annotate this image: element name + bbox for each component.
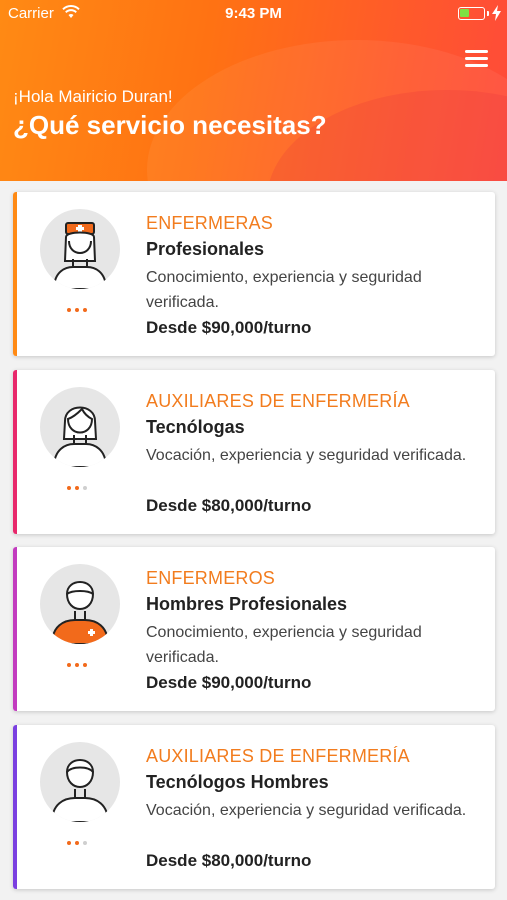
- service-card-enfermeros[interactable]: ENFERMEROS Hombres Profesionales Conocim…: [13, 547, 495, 711]
- service-description: Conocimiento, experiencia y seguridad ve…: [146, 269, 422, 311]
- card-accent-stripe: [13, 192, 17, 356]
- service-category: AUXILIARES DE ENFERMERÍA: [146, 746, 410, 766]
- hamburger-menu-icon[interactable]: [465, 50, 491, 72]
- service-price: Desde $90,000/turno: [146, 318, 312, 337]
- assistant-female-icon: [40, 387, 120, 467]
- service-card-enfermeras[interactable]: ENFERMERAS Profesionales Conocimiento, e…: [13, 192, 495, 356]
- app-header: Carrier 9:43 PM ¡Hola Mairicio Duran! ¿Q…: [0, 0, 507, 181]
- battery-icon: [458, 7, 485, 20]
- status-time: 9:43 PM: [225, 5, 282, 22]
- battery-cap: [487, 11, 489, 16]
- service-description: Conocimiento, experiencia y seguridad ve…: [146, 624, 422, 666]
- service-subtitle: Profesionales: [146, 239, 265, 259]
- nurse-male-icon: [40, 564, 120, 644]
- service-subtitle: Hombres Profesionales: [146, 594, 348, 614]
- service-price: Desde $90,000/turno: [146, 673, 312, 692]
- nurse-female-icon: [40, 209, 120, 289]
- status-bar: Carrier 9:43 PM: [0, 0, 507, 28]
- service-price: Desde $80,000/turno: [146, 496, 312, 515]
- card-accent-stripe: [13, 547, 17, 711]
- service-description: Vocación, experiencia y seguridad verifi…: [146, 802, 467, 819]
- service-category: ENFERMERAS: [146, 213, 274, 233]
- service-subtitle: Tecnólogos Hombres: [146, 772, 329, 792]
- service-description: Vocación, experiencia y seguridad verifi…: [146, 447, 467, 464]
- carousel-dots: [67, 654, 95, 667]
- carousel-dots: [67, 299, 95, 312]
- service-card-auxiliares-hombres[interactable]: AUXILIARES DE ENFERMERÍA Tecnólogos Homb…: [13, 725, 495, 889]
- card-accent-stripe: [13, 370, 17, 534]
- assistant-male-icon: [40, 742, 120, 822]
- carousel-dots: [67, 832, 95, 845]
- service-category: AUXILIARES DE ENFERMERÍA: [146, 391, 410, 411]
- service-price: Desde $80,000/turno: [146, 851, 312, 870]
- carousel-dots: [67, 477, 95, 490]
- service-category: ENFERMEROS: [146, 568, 276, 588]
- greeting-text: ¡Hola Mairicio Duran!: [13, 87, 173, 106]
- service-card-auxiliares-mujeres[interactable]: AUXILIARES DE ENFERMERÍA Tecnólogas Voca…: [13, 370, 495, 534]
- service-subtitle: Tecnólogas: [146, 417, 245, 437]
- page-title: ¿Qué servicio necesitas?: [13, 110, 327, 140]
- charging-bolt-icon: [492, 5, 501, 21]
- card-accent-stripe: [13, 725, 17, 889]
